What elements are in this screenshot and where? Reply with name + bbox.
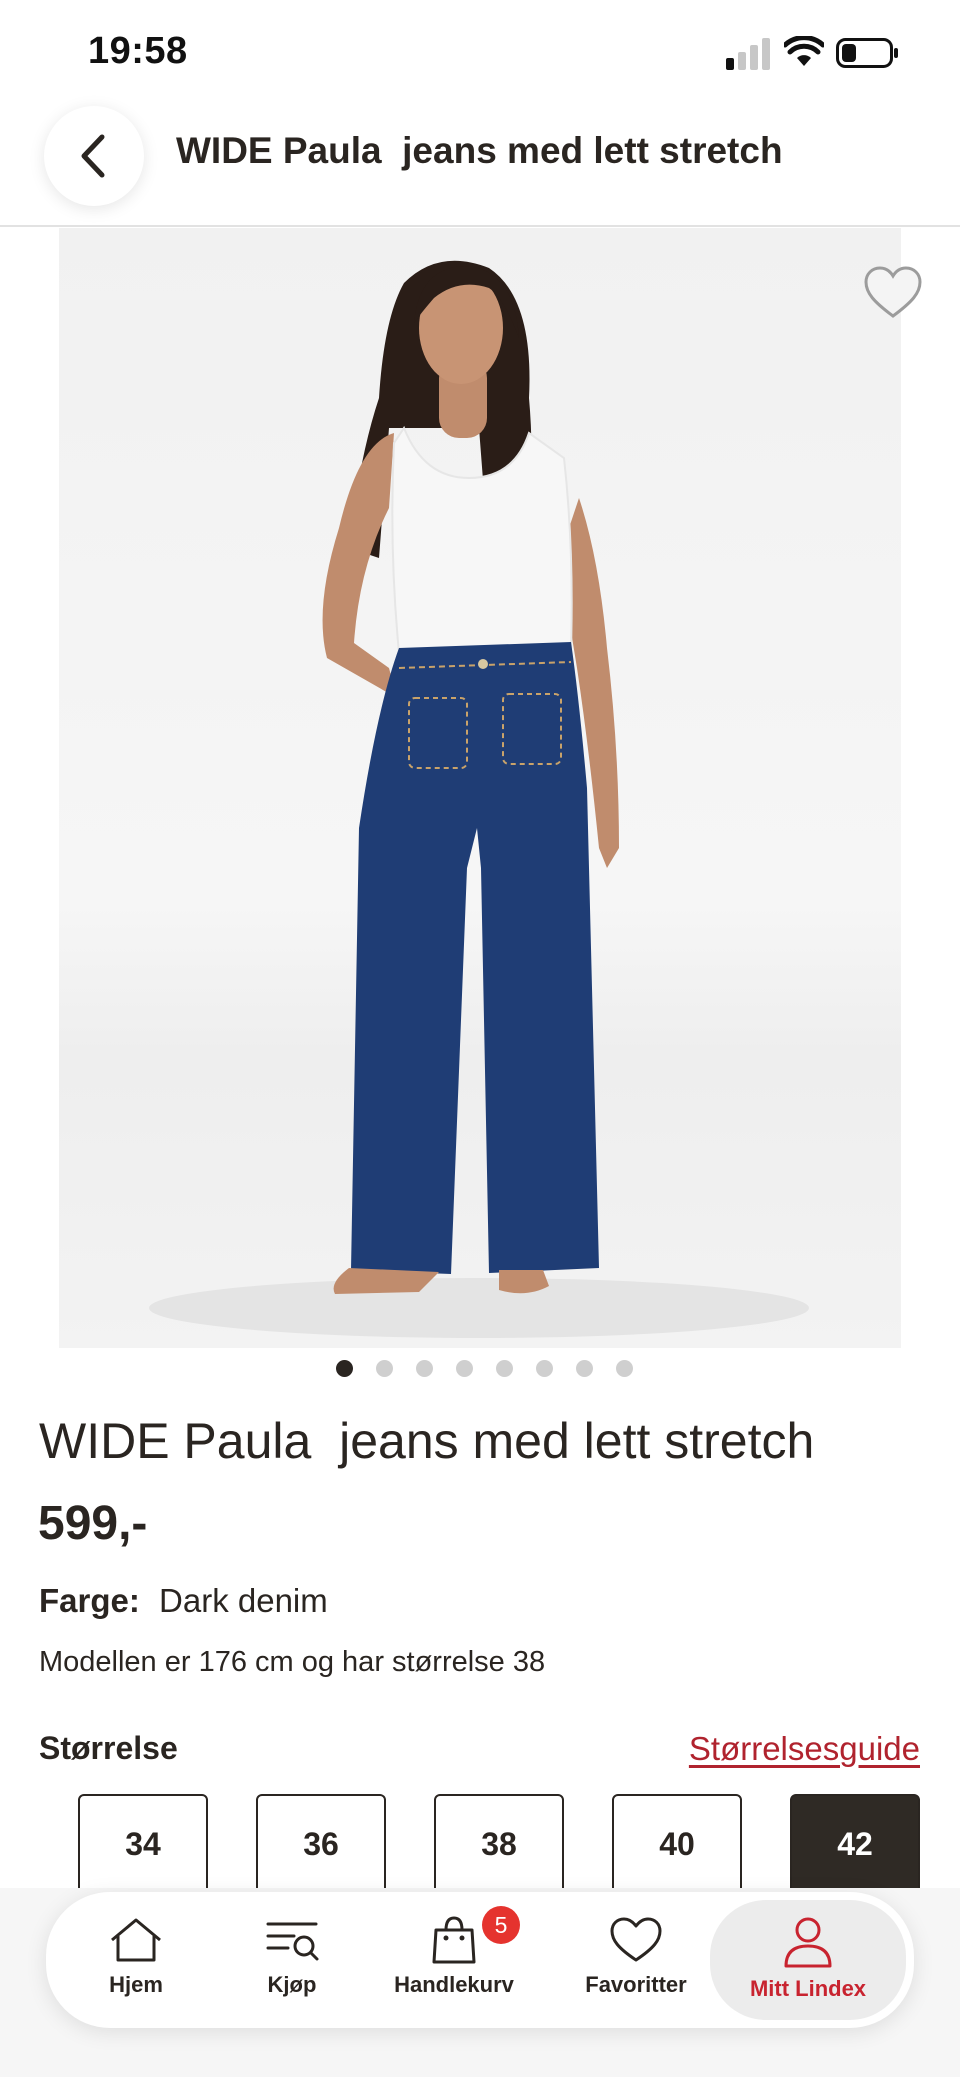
tab-label: Kjøp: [267, 1972, 317, 1997]
product-image-gallery[interactable]: [59, 228, 901, 1348]
product-image: [149, 260, 809, 1338]
image-pagination: [0, 1360, 960, 1380]
pagination-dot[interactable]: [575, 1360, 593, 1377]
tab-shop[interactable]: Kjøp: [242, 1892, 342, 2028]
color-row: Farge: Dark denim: [39, 1582, 328, 1620]
tab-label: Mitt Lindex: [749, 1976, 867, 2001]
product-price: 599,-: [38, 1497, 148, 1550]
model-info: Modellen er 176 cm og har størrelse 38: [39, 1646, 546, 1678]
search-list-icon: [266, 1922, 319, 1961]
tab-my-lindex[interactable]: Mitt Lindex: [710, 1900, 906, 2020]
tab-label: Handlekurv: [394, 1972, 514, 1997]
pagination-dot[interactable]: [495, 1360, 513, 1377]
nav-header: WIDE Paula jeans med lett stretch: [0, 100, 960, 227]
chevron-left-icon: [81, 134, 105, 178]
product-title: WIDE Paula jeans med lett stretch: [39, 1413, 815, 1469]
cellular-signal-icon: [726, 38, 770, 70]
pagination-dot[interactable]: [455, 1360, 473, 1377]
tab-cart[interactable]: 5 Handlekurv: [384, 1892, 524, 2028]
status-time: 19:58: [88, 30, 188, 72]
color-label: Farge:: [39, 1582, 140, 1619]
size-heading: Størrelse: [39, 1730, 178, 1766]
color-value: Dark denim: [159, 1582, 328, 1619]
tab-label: Favoritter: [585, 1972, 687, 1997]
pagination-dot[interactable]: [335, 1360, 353, 1377]
status-bar: 19:58: [0, 0, 960, 100]
tab-home[interactable]: Hjem: [86, 1892, 186, 2028]
pagination-dot[interactable]: [415, 1360, 433, 1377]
tab-label: Hjem: [109, 1972, 163, 1997]
wifi-icon: [784, 36, 824, 66]
bottom-tab-bar: Hjem Kjøp 5 Handlekurv Favoritter Mitt L…: [46, 1892, 914, 2028]
back-button[interactable]: [44, 106, 144, 206]
heart-icon: [610, 1917, 662, 1962]
person-icon: [784, 1917, 832, 1968]
page-title: WIDE Paula jeans med lett stretch: [176, 130, 783, 171]
shopping-bag-icon: [432, 1916, 476, 1964]
size-guide-link[interactable]: Størrelsesguide: [689, 1730, 920, 1768]
cart-count-badge: 5: [482, 1906, 520, 1944]
tab-favorites[interactable]: Favoritter: [576, 1892, 696, 2028]
favorite-heart-icon[interactable]: [864, 266, 922, 320]
pagination-dot[interactable]: [615, 1360, 633, 1377]
home-icon: [111, 1918, 161, 1962]
battery-icon: [836, 38, 898, 68]
pagination-dot[interactable]: [535, 1360, 553, 1377]
pagination-dot[interactable]: [375, 1360, 393, 1377]
